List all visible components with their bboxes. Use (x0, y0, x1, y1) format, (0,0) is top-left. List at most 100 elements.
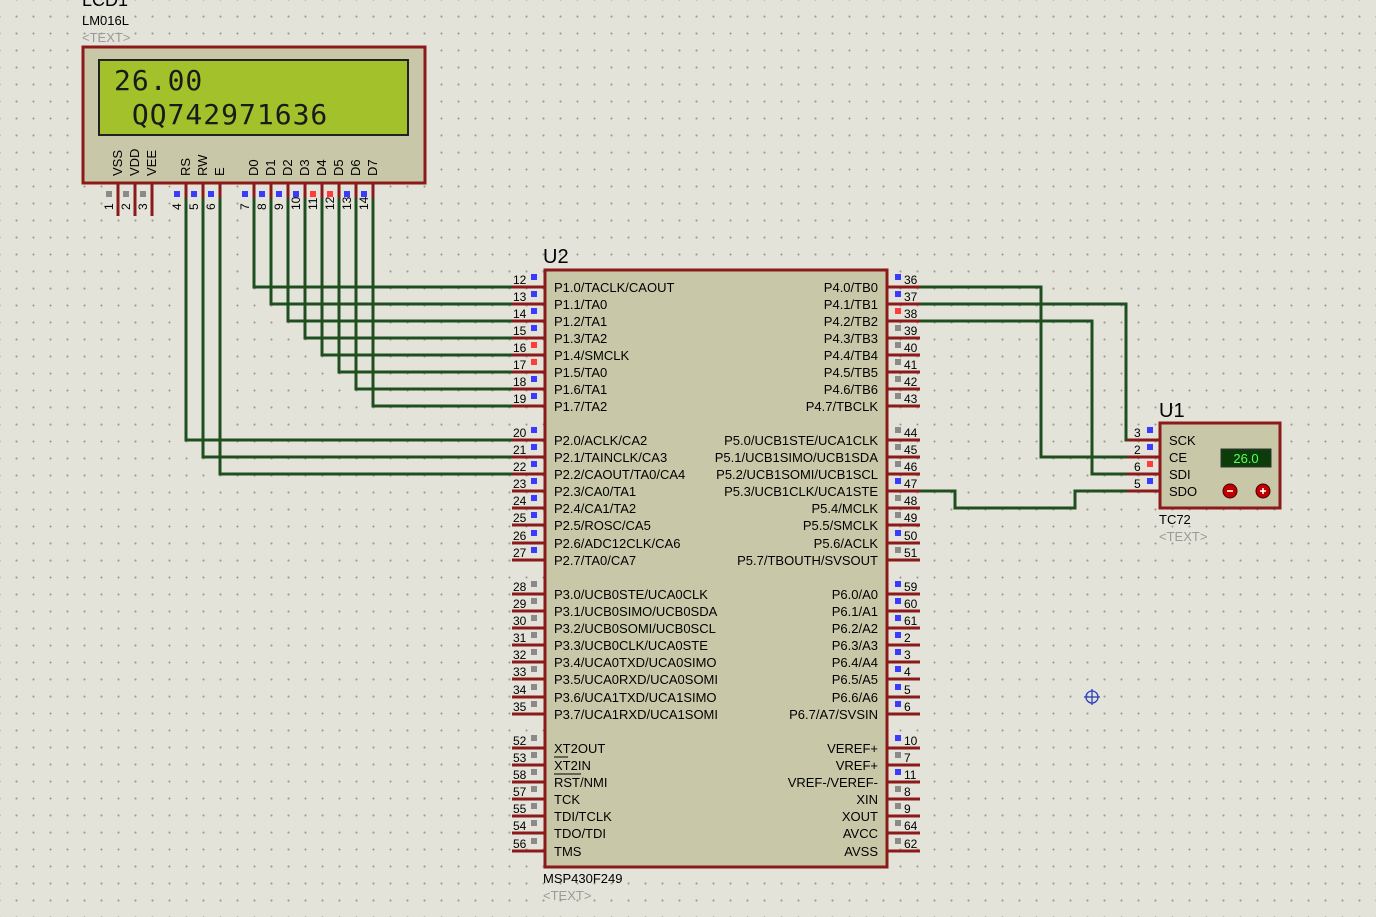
lcd-pin-4-name: RS (178, 158, 193, 176)
mcu-pin-64-number: 64 (904, 819, 918, 833)
mcu-pin-32-number: 32 (513, 648, 527, 662)
sensor-pin-5-state-indicator (1147, 478, 1153, 484)
mcu-pin-48-number: 48 (904, 494, 918, 508)
mcu-pin-36-state-indicator (895, 274, 901, 280)
lcd-pin-9-number: 9 (272, 203, 286, 210)
mcu-pin-3-name: P6.4/A4 (832, 655, 878, 670)
crosshair-cursor-icon (1084, 689, 1100, 705)
lcd-text-placeholder: <TEXT> (82, 30, 130, 45)
mcu-pin-14-number: 14 (513, 307, 527, 321)
lcd-pin-12-state-indicator (327, 191, 333, 197)
mcu-pin-41-number: 41 (904, 358, 918, 372)
mcu-pin-58-state-indicator (531, 769, 537, 775)
mcu-model-label: MSP430F249 (543, 871, 623, 886)
mcu-pin-29-number: 29 (513, 597, 527, 611)
mcu-pin-30-state-indicator (531, 615, 537, 621)
mcu-pin-33-state-indicator (531, 666, 537, 672)
sensor-pin-6-name: SDI (1169, 467, 1191, 482)
mcu-pin-21-name: P2.1/TAINCLK/CA3 (554, 450, 667, 465)
wire-d6 (354, 198, 515, 391)
mcu-pin-39-name: P4.3/TB3 (824, 331, 878, 346)
increase-button[interactable] (1255, 483, 1271, 499)
sensor-component[interactable]: U1 3 SCK 2 CE 6 SDI 5 SDO 26.0 TC72 <TEXT> (1127, 400, 1282, 544)
mcu-pin-8-state-indicator (895, 786, 901, 792)
decrease-button[interactable] (1222, 483, 1238, 499)
lcd-pin-11-state-indicator (310, 191, 316, 197)
schematic-canvas[interactable]: LCD1 LM016L <TEXT> 26.00 QQ742971636 1 VS… (0, 0, 1376, 917)
mcu-pin-61-state-indicator (895, 615, 901, 621)
lcd-component[interactable]: LCD1 LM016L <TEXT> 26.00 QQ742971636 1 VS… (81, 0, 427, 216)
mcu-pin-23-state-indicator (531, 478, 537, 484)
lcd-model-label: LM016L (82, 13, 129, 28)
mcu-pin-41-state-indicator (895, 359, 901, 365)
mcu-pin-39-number: 39 (904, 324, 918, 338)
lcd-pin-6-number: 6 (204, 203, 218, 210)
mcu-pin-11-state-indicator (895, 769, 901, 775)
mcu-pin-3-state-indicator (895, 649, 901, 655)
sensor-pin-6-state-indicator (1147, 461, 1153, 467)
mcu-pin-23-name: P2.3/CA0/TA1 (554, 484, 636, 499)
mcu-pin-42-number: 42 (904, 375, 918, 389)
mcu-pin-6-state-indicator (895, 701, 901, 707)
mcu-pin-35-name: P3.7/UCA1RXD/UCA1SOMI (554, 707, 718, 722)
mcu-pin-62-state-indicator (895, 838, 901, 844)
mcu-pin-51-name: P5.7/TBOUTH/SVSOUT (737, 553, 878, 568)
mcu-pin-30-number: 30 (513, 614, 527, 628)
mcu-pin-28-number: 28 (513, 580, 527, 594)
mcu-pin-48-name: P5.4/MCLK (812, 501, 879, 516)
mcu-pin-10-name: VEREF+ (827, 741, 878, 756)
mcu-pin-28-name: P3.0/UCB0STE/UCA0CLK (554, 587, 708, 602)
mcu-pin-10-state-indicator (895, 735, 901, 741)
mcu-pin-29-name: P3.1/UCB0SIMO/UCB0SDA (554, 604, 718, 619)
mcu-pin-17-number: 17 (513, 358, 527, 372)
lcd-pin-13-state-indicator (344, 191, 350, 197)
mcu-pin-47-name: P5.3/UCB1CLK/UCA1STE (724, 484, 878, 499)
mcu-pin-9-state-indicator (895, 803, 901, 809)
mcu-pin-16-name: P1.4/SMCLK (554, 348, 629, 363)
mcu-ref-label: U2 (543, 246, 569, 268)
mcu-pin-54-number: 54 (513, 819, 527, 833)
lcd-pin-14-state-indicator (361, 191, 367, 197)
sensor-pin-3-number: 3 (1134, 426, 1141, 440)
lcd-pin-5-name: RW (195, 154, 210, 176)
lcd-pin-10-number: 10 (289, 196, 303, 210)
lcd-pin-7-state-indicator (242, 191, 248, 197)
mcu-pin-52-state-indicator (531, 735, 537, 741)
sensor-pin-6-number: 6 (1134, 460, 1141, 474)
mcu-pin-56-state-indicator (531, 838, 537, 844)
mcu-pin-35-state-indicator (531, 701, 537, 707)
mcu-pin-39-state-indicator (895, 325, 901, 331)
lcd-pin-13-number: 13 (340, 196, 354, 210)
mcu-pin-35-number: 35 (513, 700, 527, 714)
mcu-pin-15-number: 15 (513, 324, 527, 338)
mcu-pin-60-state-indicator (895, 598, 901, 604)
mcu-pin-30-name: P3.2/UCB0SOMI/UCB0SCL (554, 621, 716, 636)
mcu-pin-46-number: 46 (904, 460, 918, 474)
mcu-pin-34-name: P3.6/UCA1TXD/UCA1SIMO (554, 690, 717, 705)
mcu-pin-11-name: VREF-/VEREF- (788, 775, 878, 790)
mcu-pin-51-state-indicator (895, 547, 901, 553)
mcu-pin-9-name: XOUT (842, 809, 878, 824)
lcd-pin-8-number: 8 (255, 203, 269, 210)
mcu-pin-25-state-indicator (531, 512, 537, 518)
mcu-pin-13-name: P1.1/TA0 (554, 297, 607, 312)
lcd-pin-14-name: D7 (365, 159, 380, 176)
mcu-pin-45-state-indicator (895, 444, 901, 450)
mcu-pin-46-name: P5.2/UCB1SOMI/UCB1SCL (716, 467, 878, 482)
sensor-ref-label: U1 (1159, 400, 1185, 422)
mcu-pin-11-number: 11 (904, 768, 917, 782)
mcu-pin-8-name: XIN (856, 792, 878, 807)
lcd-pin-12-name: D5 (331, 159, 346, 176)
mcu-pin-12-number: 12 (513, 273, 527, 287)
mcu-pin-19-state-indicator (531, 393, 537, 399)
mcu-pin-12-name: P1.0/TACLK/CAOUT (554, 280, 674, 295)
mcu-component[interactable]: U2 12 P1.0/TACLK/CAOUT 13 P1.1/TA0 14 P1.2/TA… (512, 246, 920, 903)
wire-rs (184, 198, 515, 442)
mcu-pin-60-name: P6.1/A1 (832, 604, 878, 619)
mcu-pin-7-state-indicator (895, 752, 901, 758)
mcu-pin-61-name: P6.2/A2 (832, 621, 878, 636)
mcu-pin-10-number: 10 (904, 734, 918, 748)
mcu-pin-27-name: P2.7/TA0/CA7 (554, 553, 636, 568)
mcu-pin-49-state-indicator (895, 512, 901, 518)
lcd-pin-1-number: 1 (102, 203, 116, 210)
